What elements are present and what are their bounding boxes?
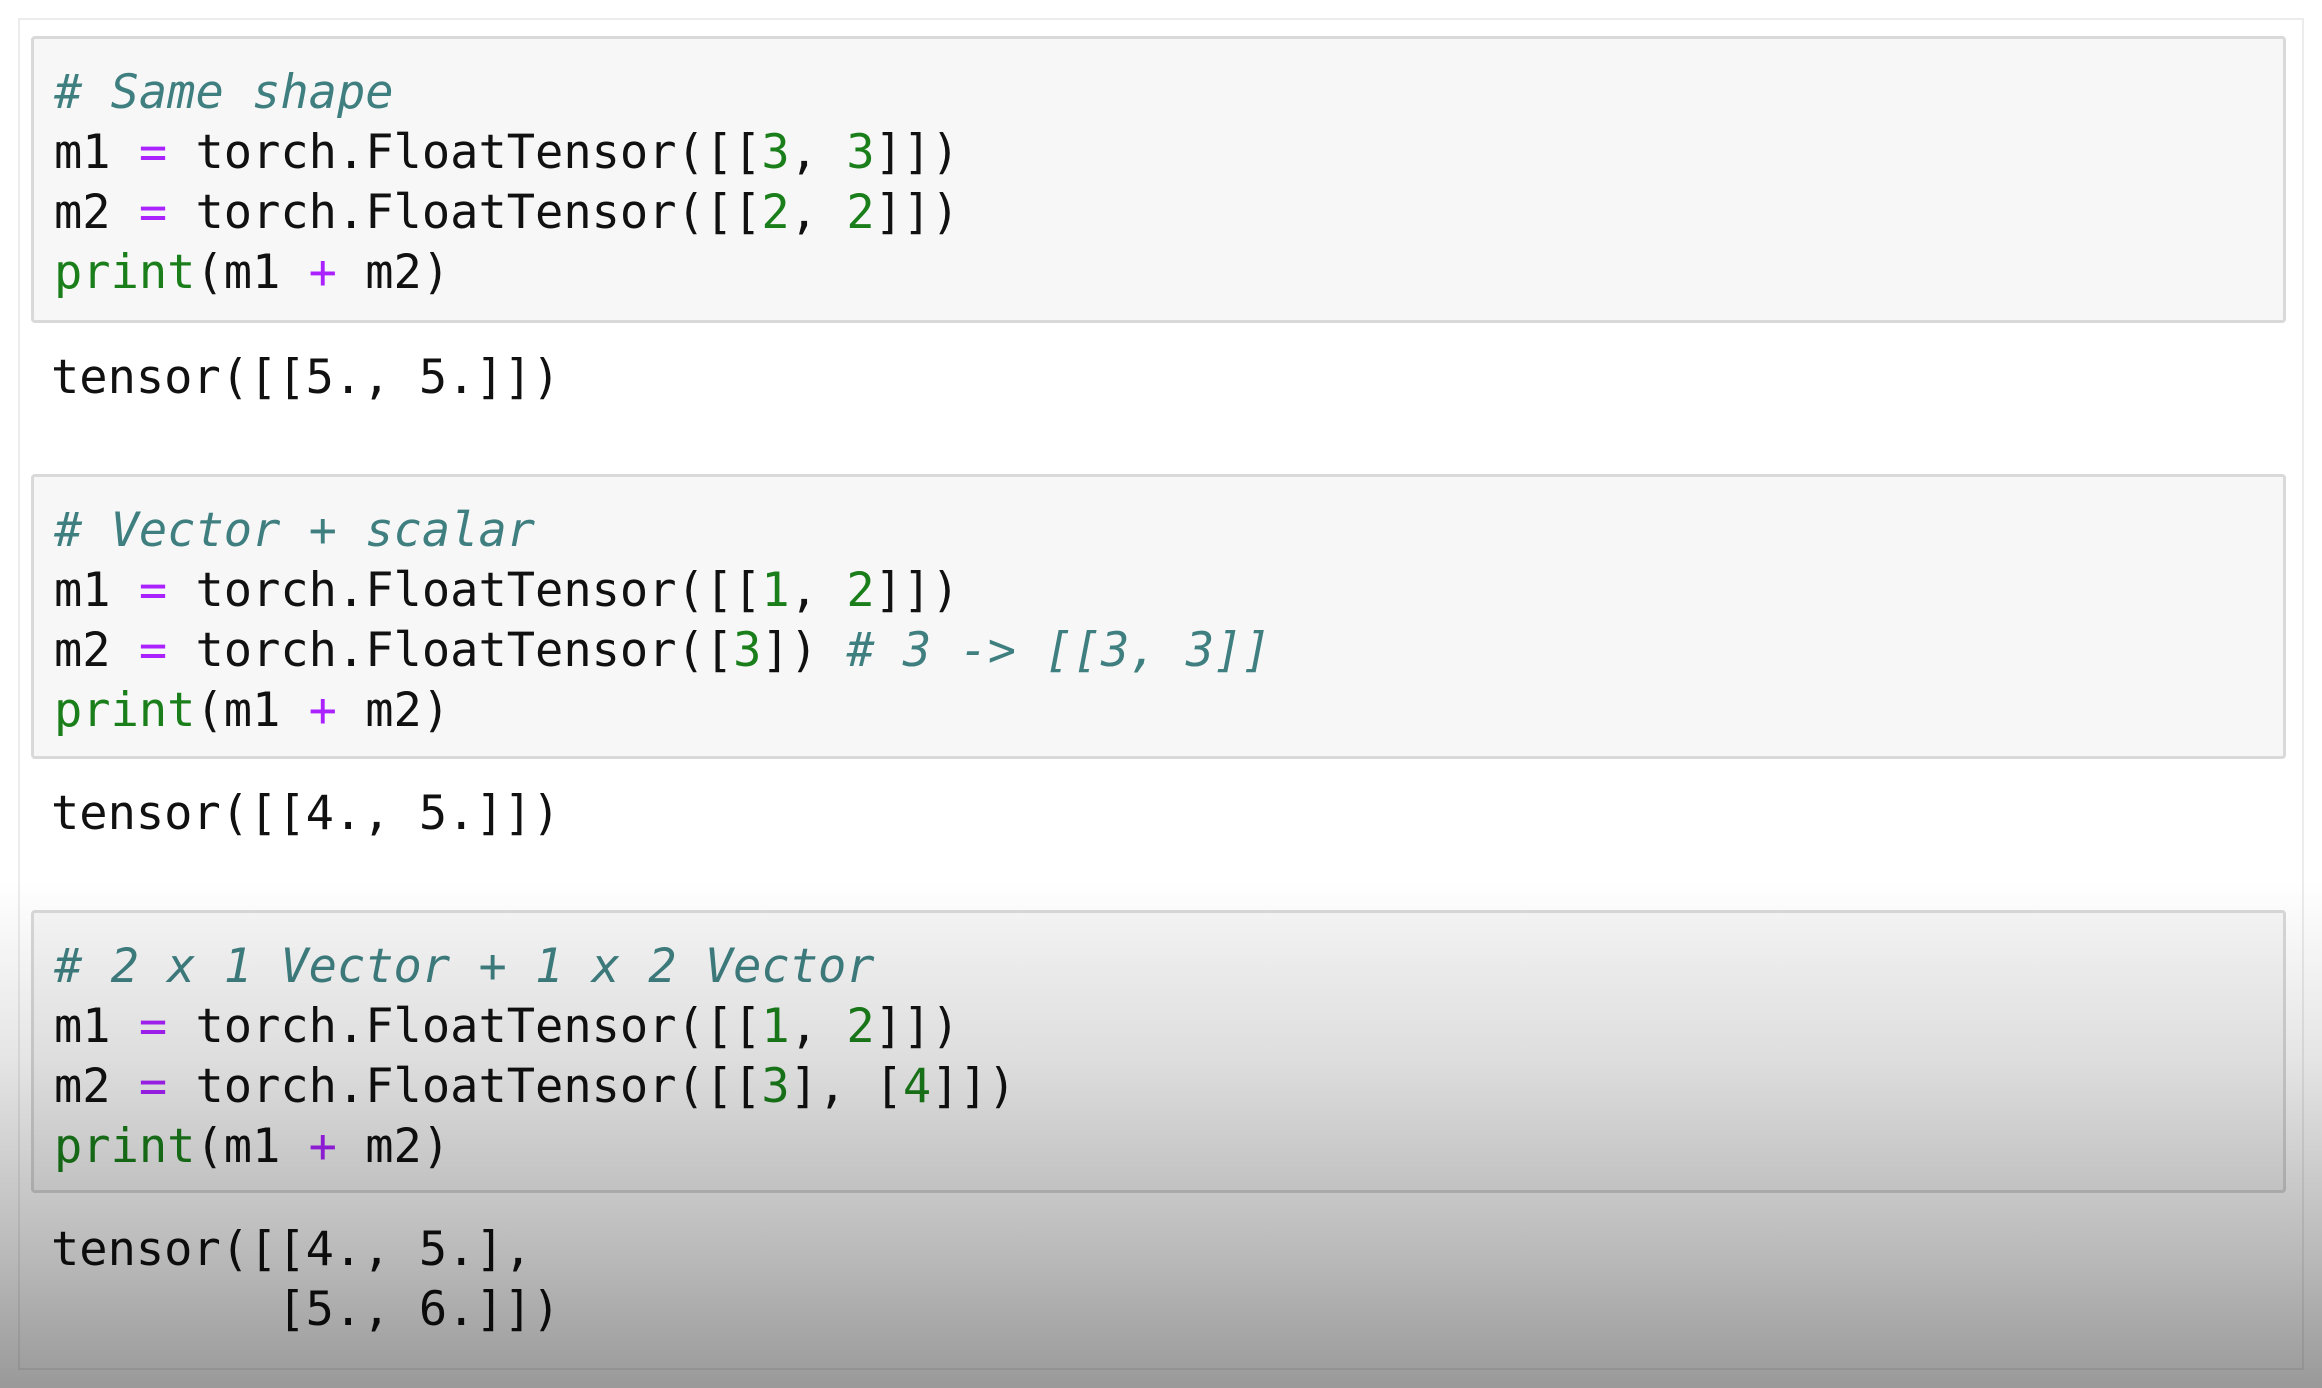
output-line: tensor([[4., 5.], <box>51 1222 533 1277</box>
assign-operator: = <box>138 1059 168 1114</box>
code-line: m1 = torch.FloatTensor([[1, 2]]) <box>54 997 960 1057</box>
code-text: torch.FloatTensor([ <box>167 623 734 678</box>
code-line: m2 = torch.FloatTensor([[2, 2]]) <box>54 183 960 243</box>
code-line: m2 = torch.FloatTensor([[3], [4]]) <box>54 1057 1016 1117</box>
code-cell-1[interactable]: # Same shape m1 = torch.FloatTensor([[3,… <box>31 36 2286 323</box>
builtin-function: print <box>54 1119 196 1174</box>
code-text: m2) <box>336 683 451 738</box>
comment-text: # 2 x 1 Vector + 1 x 2 Vector <box>54 939 875 994</box>
variable: m2 <box>54 185 111 240</box>
variable: m1 <box>54 999 111 1054</box>
number-literal: 3 <box>761 1059 790 1114</box>
code-text: m2) <box>336 1119 451 1174</box>
code-text: , <box>789 999 847 1054</box>
builtin-function: print <box>54 245 196 300</box>
code-text: ]]) <box>874 125 960 180</box>
code-line: m2 = torch.FloatTensor([3]) # 3 -> [[3, … <box>54 621 1271 681</box>
comment-text: # Vector + scalar <box>54 503 536 558</box>
assign-operator: = <box>138 125 168 180</box>
plus-operator: + <box>308 1119 337 1174</box>
number-literal: 2 <box>846 563 875 618</box>
cell-output-3: tensor([[4., 5.], [5., 6.]]) <box>51 1220 560 1340</box>
plus-operator: + <box>308 245 337 300</box>
code-text: (m1 <box>195 1119 309 1174</box>
code-line: print(m1 + m2) <box>54 681 450 741</box>
variable: m1 <box>54 563 111 618</box>
code-text: ]) <box>761 623 847 678</box>
code-text: torch.FloatTensor([[ <box>167 999 762 1054</box>
code-text: ], [ <box>789 1059 903 1114</box>
number-literal: 3 <box>733 623 762 678</box>
assign-operator: = <box>138 563 168 618</box>
plus-operator: + <box>308 683 337 738</box>
code-text: torch.FloatTensor([[ <box>167 1059 762 1114</box>
code-line: print(m1 + m2) <box>54 1117 450 1177</box>
code-line: m1 = torch.FloatTensor([[3, 3]]) <box>54 123 960 183</box>
variable: m2 <box>54 623 111 678</box>
code-cell-2[interactable]: # Vector + scalar m1 = torch.FloatTensor… <box>31 474 2286 759</box>
code-cell-3[interactable]: # 2 x 1 Vector + 1 x 2 Vector m1 = torch… <box>31 910 2286 1193</box>
assign-operator: = <box>138 999 168 1054</box>
code-comment: # Same shape <box>54 63 394 123</box>
code-text: ]]) <box>931 1059 1017 1114</box>
cell-output-1: tensor([[5., 5.]]) <box>51 350 561 405</box>
code-comment: # Vector + scalar <box>54 501 535 561</box>
code-text: ]]) <box>874 999 960 1054</box>
number-literal: 1 <box>761 563 790 618</box>
number-literal: 2 <box>846 185 875 240</box>
number-literal: 1 <box>761 999 790 1054</box>
variable: m2 <box>54 1059 111 1114</box>
comment-text: # Same shape <box>54 65 394 120</box>
code-text: torch.FloatTensor([[ <box>167 125 762 180</box>
code-text: (m1 <box>195 245 309 300</box>
number-literal: 2 <box>761 185 790 240</box>
output-line: [5., 6.]]) <box>51 1282 561 1337</box>
code-line: m1 = torch.FloatTensor([[1, 2]]) <box>54 561 960 621</box>
code-text: , <box>789 563 847 618</box>
code-text: , <box>789 185 847 240</box>
cell-output-2: tensor([[4., 5.]]) <box>51 786 561 841</box>
number-literal: 4 <box>902 1059 932 1114</box>
inline-comment: # 3 -> [[3, 3]] <box>846 623 1271 678</box>
assign-operator: = <box>138 623 168 678</box>
number-literal: 3 <box>761 125 790 180</box>
assign-operator: = <box>138 185 168 240</box>
code-text: , <box>789 125 847 180</box>
number-literal: 2 <box>846 999 875 1054</box>
number-literal: 3 <box>846 125 875 180</box>
code-text: torch.FloatTensor([[ <box>167 563 762 618</box>
code-text: torch.FloatTensor([[ <box>167 185 762 240</box>
code-text: m2) <box>336 245 451 300</box>
code-line: print(m1 + m2) <box>54 243 450 303</box>
code-text: ]]) <box>874 563 960 618</box>
builtin-function: print <box>54 683 196 738</box>
code-comment: # 2 x 1 Vector + 1 x 2 Vector <box>54 937 875 997</box>
code-text: ]]) <box>874 185 960 240</box>
variable: m1 <box>54 125 111 180</box>
code-text: (m1 <box>195 683 309 738</box>
